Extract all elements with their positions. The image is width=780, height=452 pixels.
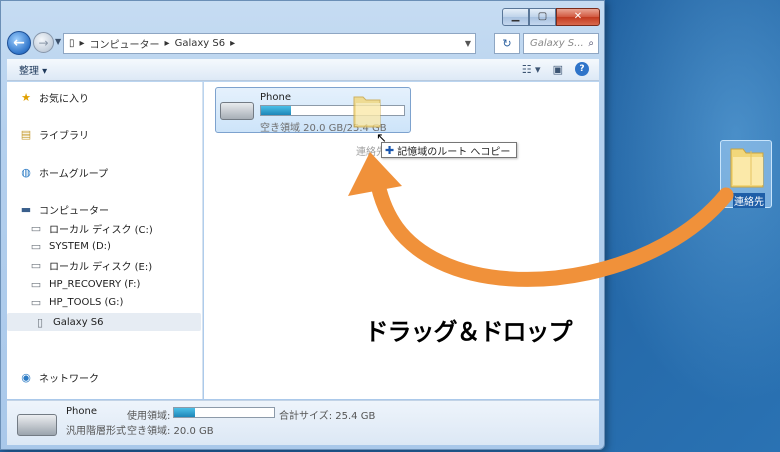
details-total-size: 合計サイズ: 25.4 GB — [279, 411, 376, 422]
details-usage-bar — [173, 407, 275, 418]
preview-pane-icon[interactable]: ▣ — [553, 63, 563, 76]
command-bar: 整理 ▾ ☷ ▾ ▣ ? — [7, 59, 599, 81]
details-name: Phone — [66, 406, 97, 417]
storage-name: Phone — [260, 92, 291, 103]
drive-icon: ▭ — [30, 258, 42, 272]
breadcrumb-separator-icon[interactable]: ▸ — [80, 38, 85, 49]
sidebar-item-drive-f[interactable]: ▭ HP_RECOVERY (F:) — [29, 275, 141, 293]
network-icon: ◉ — [21, 370, 31, 384]
breadcrumb-separator-icon[interactable]: ▸ — [165, 38, 170, 49]
search-input[interactable]: Galaxy S... ⌕ — [523, 33, 599, 54]
homegroup-icon: ◍ — [21, 165, 31, 179]
drive-icon: ▭ — [30, 239, 42, 253]
sidebar-item-drive-g[interactable]: ▭ HP_TOOLS (G:) — [29, 293, 124, 311]
refresh-icon: ↻ — [502, 37, 512, 50]
storage-usage-fill — [261, 106, 292, 115]
desktop-folder-contacts[interactable]: 連絡先 — [720, 140, 772, 208]
storage-usage-bar — [260, 105, 405, 116]
dragged-folder-icon — [353, 96, 381, 128]
sidebar-item-drive-d[interactable]: ▭ SYSTEM (D:) — [29, 237, 111, 255]
library-icon: ▤ — [20, 127, 32, 141]
navigation-bar: ← → ▼ ▯ ▸ コンピューター ▸ Galaxy S6 ▸ ▼ ↻ Gala… — [7, 29, 599, 57]
recent-pages-dropdown[interactable]: ▼ — [55, 37, 61, 46]
back-button[interactable]: ← — [7, 31, 31, 55]
details-free-space: 空き領域: 20.0 GB — [127, 426, 214, 437]
help-icon[interactable]: ? — [575, 62, 589, 76]
sidebar-item-libraries[interactable]: ▤ ライブラリ — [19, 125, 89, 143]
address-bar[interactable]: ▯ ▸ コンピューター ▸ Galaxy S6 ▸ ▼ — [63, 33, 476, 54]
desktop-folder-label: 連絡先 — [733, 193, 765, 208]
drive-icon: ▭ — [30, 277, 42, 291]
star-icon: ★ — [21, 90, 31, 104]
instruction-callout: ドラッグ＆ドロップ — [347, 295, 589, 363]
computer-icon: ▬ — [20, 202, 32, 216]
plus-icon: ✚ — [385, 143, 395, 157]
explorer-window: ▁ ▢ ✕ ← → ▼ ▯ ▸ コンピューター ▸ Galaxy S6 ▸ ▼ … — [0, 0, 605, 450]
search-icon[interactable]: ⌕ — [588, 38, 594, 49]
change-view-icon[interactable]: ☷ ▾ — [522, 63, 541, 76]
refresh-button[interactable]: ↻ — [494, 33, 520, 54]
details-pane: Phone 汎用階層形式 使用領域: 合計サイズ: 25.4 GB 空き領域: … — [7, 400, 599, 445]
phone-icon: ▯ — [36, 315, 44, 329]
storage-drive-icon — [220, 102, 254, 120]
minimize-button[interactable]: ▁ — [502, 8, 529, 26]
search-placeholder: Galaxy S... — [530, 38, 584, 49]
back-arrow-icon: ← — [13, 35, 25, 51]
device-icon: ▯ — [69, 38, 75, 49]
drive-icon: ▭ — [30, 295, 42, 309]
details-used-label: 使用領域: — [127, 411, 171, 422]
caption-buttons: ▁ ▢ ✕ — [502, 8, 600, 26]
organize-button[interactable]: 整理 ▾ — [19, 62, 47, 77]
sidebar-item-galaxy-s6[interactable]: ▯ Galaxy S6 — [7, 313, 201, 331]
sidebar-item-homegroup[interactable]: ◍ ホームグループ — [19, 163, 108, 181]
copy-tooltip: ✚ 記憶域のルート へコピー — [381, 142, 518, 158]
forward-arrow-icon: → — [38, 35, 49, 50]
details-usage-fill — [174, 408, 195, 417]
folder-icon — [730, 148, 764, 188]
forward-button[interactable]: → — [33, 32, 54, 53]
sidebar-item-drive-c[interactable]: ▭ ローカル ディスク (C:) — [29, 219, 153, 237]
breadcrumb-computer[interactable]: コンピューター — [90, 36, 160, 51]
address-dropdown-icon[interactable]: ▼ — [465, 39, 471, 48]
device-drive-icon — [17, 414, 57, 436]
sidebar-item-network[interactable]: ◉ ネットワーク — [19, 368, 99, 386]
sidebar-item-drive-e[interactable]: ▭ ローカル ディスク (E:) — [29, 256, 152, 274]
details-type: 汎用階層形式 — [66, 426, 126, 437]
maximize-button[interactable]: ▢ — [529, 8, 556, 26]
drive-icon: ▭ — [30, 221, 42, 235]
close-button[interactable]: ✕ — [556, 8, 600, 26]
navigation-pane: ★ お気に入り ▤ ライブラリ ◍ ホームグループ ▬ コンピューター ▭ ロー… — [7, 82, 203, 399]
breadcrumb-galaxy[interactable]: Galaxy S6 — [175, 38, 226, 49]
breadcrumb-separator-icon[interactable]: ▸ — [230, 38, 235, 49]
sidebar-item-computer[interactable]: ▬ コンピューター — [19, 200, 109, 218]
sidebar-item-favorites[interactable]: ★ お気に入り — [19, 88, 89, 106]
callout-text: ドラッグ＆ドロップ — [364, 317, 573, 346]
